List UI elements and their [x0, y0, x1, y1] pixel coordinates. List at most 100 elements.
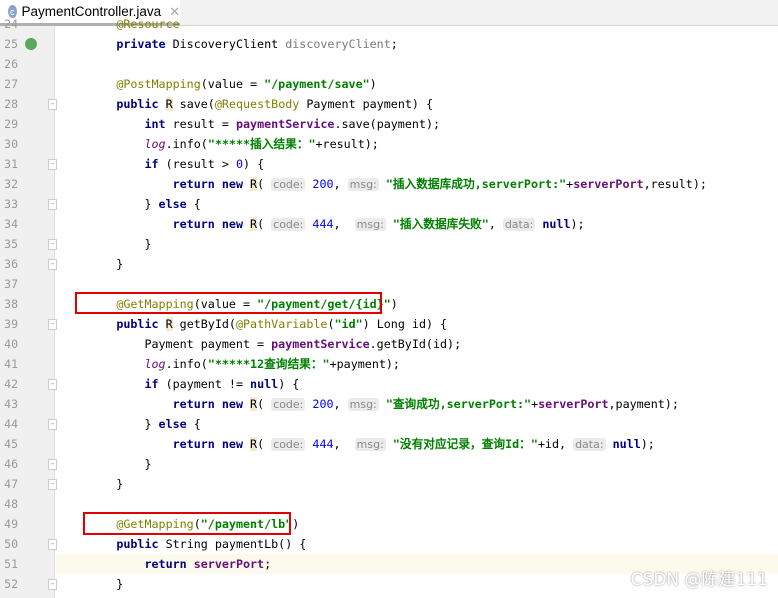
- line-number: 30: [4, 137, 18, 151]
- code-token: }: [88, 477, 124, 491]
- code-token: DiscoveryClient: [172, 37, 286, 51]
- code-token: (: [257, 217, 272, 231]
- code-token: ,result);: [643, 177, 707, 191]
- code-line[interactable]: 47− }: [0, 474, 778, 494]
- code-token: 444: [312, 217, 334, 231]
- code-token: +id,: [537, 437, 574, 451]
- code-text: } else {: [56, 414, 778, 434]
- code-text: @Resource: [56, 14, 778, 34]
- code-line[interactable]: 31− if (result > 0) {: [0, 154, 778, 174]
- code-line[interactable]: 36− }: [0, 254, 778, 274]
- line-number: 49: [4, 517, 18, 531]
- line-number: 36: [4, 257, 18, 271]
- code-line[interactable]: 39− public R getById(@PathVariable("id")…: [0, 314, 778, 334]
- code-token: else: [158, 197, 194, 211]
- line-number: 38: [4, 297, 18, 311]
- code-token: }: [144, 417, 159, 431]
- code-token: return new: [172, 397, 251, 411]
- code-line[interactable]: 43 return new R( code: 200, msg: "查询成功,s…: [0, 394, 778, 414]
- code-text: int result = paymentService.save(payment…: [56, 114, 778, 134]
- line-number: 27: [4, 77, 18, 91]
- code-text: return new R( code: 200, msg: "查询成功,serv…: [56, 394, 778, 414]
- code-token: return new: [172, 177, 251, 191]
- code-token: ): [390, 297, 398, 311]
- code-text: public R getById(@PathVariable("id") Lon…: [56, 314, 778, 334]
- code-line[interactable]: 30 log.info("*****插入结果："+result);: [0, 134, 778, 154]
- line-number: 37: [4, 277, 18, 291]
- line-number: 39: [4, 317, 18, 331]
- code-line[interactable]: 46− }: [0, 454, 778, 474]
- parameter-hint: code:: [271, 398, 306, 411]
- spring-bean-icon[interactable]: [25, 38, 37, 50]
- line-number: 43: [4, 397, 18, 411]
- parameter-hint: data:: [502, 218, 536, 231]
- code-token: return: [144, 557, 194, 571]
- code-line[interactable]: 44− } else {: [0, 414, 778, 434]
- code-token: 200: [312, 177, 334, 191]
- code-token: +payment);: [329, 357, 400, 371]
- code-line[interactable]: 35− }: [0, 234, 778, 254]
- code-token: }: [144, 197, 159, 211]
- code-line[interactable]: 45 return new R( code: 444, msg: "没有对应记录…: [0, 434, 778, 454]
- code-line[interactable]: 50− public String paymentLb() {: [0, 534, 778, 554]
- code-line[interactable]: 34 return new R( code: 444, msg: "插入数据库失…: [0, 214, 778, 234]
- code-text: }: [56, 454, 778, 474]
- code-line[interactable]: 26: [0, 54, 778, 74]
- code-token: R: [165, 97, 173, 111]
- code-token: (result >: [165, 157, 236, 171]
- code-token: .info(: [165, 357, 208, 371]
- code-token: 444: [312, 437, 334, 451]
- code-token: Payment payment) {: [299, 97, 434, 111]
- code-line[interactable]: 42− if (payment != null) {: [0, 374, 778, 394]
- code-text: public String paymentLb() {: [56, 534, 778, 554]
- code-token: paymentService: [271, 337, 370, 351]
- code-token: getById(: [172, 317, 236, 331]
- code-token: (: [257, 397, 272, 411]
- code-token: ,: [488, 217, 503, 231]
- code-text: if (result > 0) {: [56, 154, 778, 174]
- code-token: "*****12查询结果：": [207, 357, 330, 371]
- parameter-hint: msg:: [354, 218, 386, 231]
- line-number: 35: [4, 237, 18, 251]
- parameter-hint: msg:: [347, 178, 379, 191]
- code-line[interactable]: 24 @Resource: [0, 14, 778, 34]
- code-line[interactable]: 29 int result = paymentService.save(paym…: [0, 114, 778, 134]
- code-token: ;: [390, 37, 398, 51]
- code-token: "没有对应记录，查询Id：": [392, 437, 538, 451]
- code-token: "插入数据库成功,serverPort:": [385, 177, 567, 191]
- line-number: 45: [4, 437, 18, 451]
- code-line[interactable]: 40 Payment payment = paymentService.getB…: [0, 334, 778, 354]
- code-line[interactable]: 28− public R save(@RequestBody Payment p…: [0, 94, 778, 114]
- code-token: "*****插入结果：": [207, 137, 316, 151]
- code-token: ,: [333, 437, 355, 451]
- code-token: (: [257, 177, 272, 191]
- code-token: R: [250, 437, 258, 451]
- code-line[interactable]: 37: [0, 274, 778, 294]
- code-line[interactable]: 48: [0, 494, 778, 514]
- line-number: 48: [4, 497, 18, 511]
- code-token: ) {: [243, 157, 265, 171]
- code-line[interactable]: 33− } else {: [0, 194, 778, 214]
- code-line[interactable]: 41 log.info("*****12查询结果："+payment);: [0, 354, 778, 374]
- code-token: ): [292, 517, 300, 531]
- code-text: log.info("*****插入结果："+result);: [56, 134, 778, 154]
- line-number: 51: [4, 557, 18, 571]
- code-line[interactable]: 27 @PostMapping(value = "/payment/save"): [0, 74, 778, 94]
- code-token: null: [250, 377, 279, 391]
- line-number: 26: [4, 57, 18, 71]
- line-number: 31: [4, 157, 18, 171]
- code-line[interactable]: 32 return new R( code: 200, msg: "插入数据库成…: [0, 174, 778, 194]
- code-token: @PathVariable: [235, 317, 328, 331]
- code-token: null: [542, 217, 571, 231]
- code-token: R: [250, 217, 258, 231]
- line-number: 50: [4, 537, 18, 551]
- code-line[interactable]: 25 private DiscoveryClient discoveryClie…: [0, 34, 778, 54]
- line-number: 47: [4, 477, 18, 491]
